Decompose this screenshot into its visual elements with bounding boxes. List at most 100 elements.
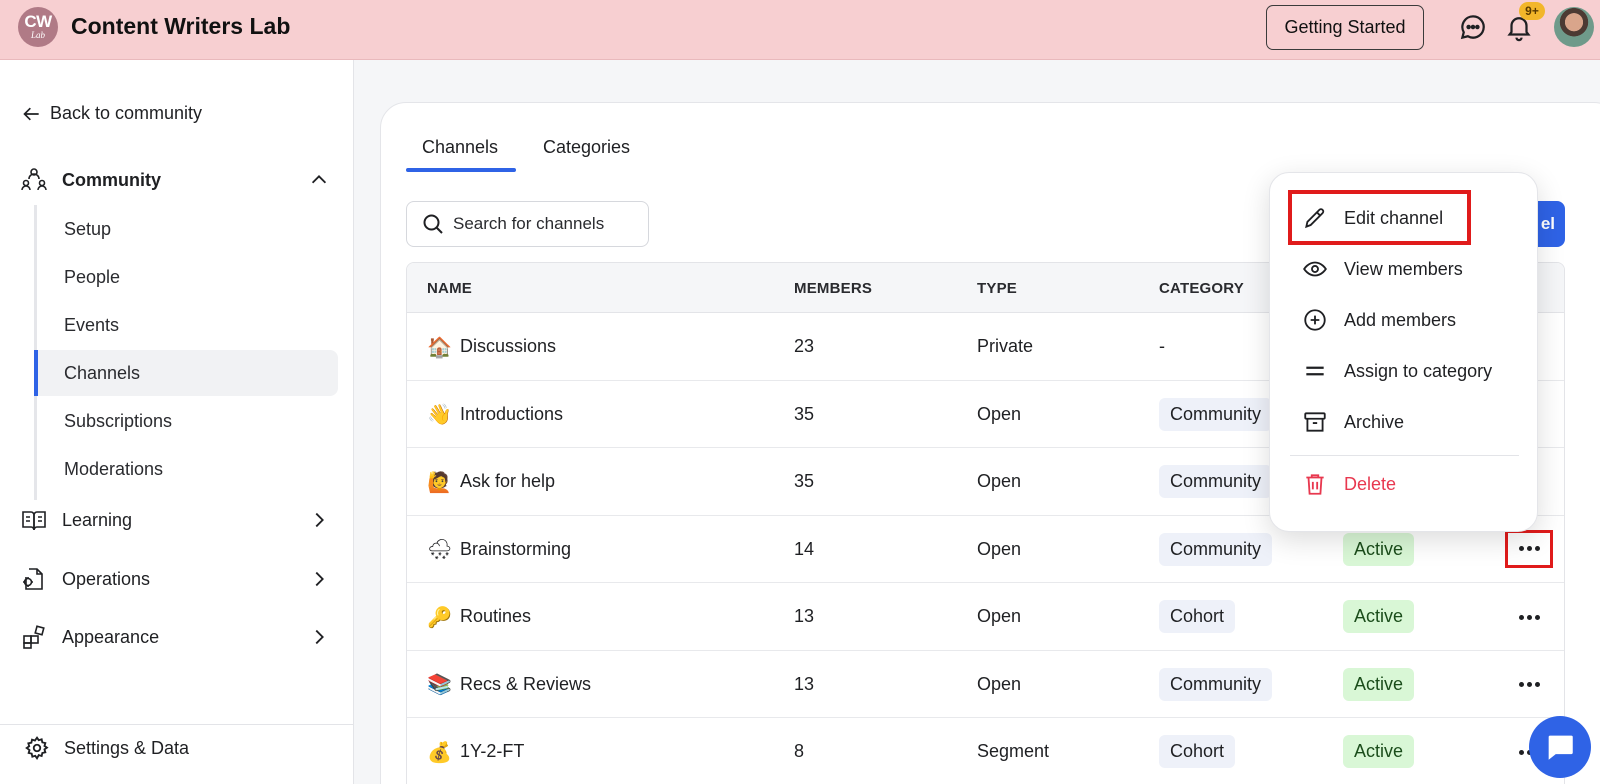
channel-emoji: 🌨 (427, 537, 453, 561)
channel-type: Open (977, 403, 1022, 424)
channel-emoji: 👋 (427, 402, 452, 426)
category-pill: Community (1159, 532, 1273, 566)
channel-type: Private (977, 336, 1034, 356)
menu-item-assign-to-category[interactable]: Assign to category (1302, 356, 1492, 386)
sidebar-item-events[interactable]: Events (34, 302, 338, 348)
row-actions-button[interactable] (1510, 604, 1548, 630)
column-header-members[interactable]: MEMBERS (794, 280, 872, 297)
chat-icon[interactable] (1458, 12, 1488, 42)
sidebar-group-appearance[interactable]: Appearance (20, 623, 330, 651)
member-count: 35 (794, 403, 815, 424)
equals-icon (1306, 366, 1324, 376)
chat-bubble-icon (1548, 735, 1573, 760)
pencil-icon (1305, 208, 1325, 229)
channel-name[interactable]: Discussions (460, 336, 556, 357)
app-title: Content Writers Lab (71, 13, 291, 39)
category-pill: Cohort (1159, 600, 1236, 633)
category-pill: Cohort (1159, 735, 1236, 768)
table-row[interactable]: 💰 1Y-2-FT 8 Segment Cohort Active (407, 718, 1564, 784)
archive-icon (1304, 412, 1326, 432)
chevron-right-icon[interactable] (308, 568, 330, 590)
menu-item-view-members[interactable]: View members (1302, 254, 1463, 284)
menu-divider (1290, 455, 1519, 456)
column-header-type[interactable]: TYPE (977, 280, 1017, 297)
sidebar-group-learning[interactable]: Learning (20, 506, 330, 534)
status-badge: Active (1343, 735, 1415, 768)
getting-started-button[interactable]: Getting Started (1266, 5, 1424, 50)
channel-type: Open (977, 673, 1022, 694)
column-header-category[interactable]: CATEGORY (1159, 280, 1244, 297)
active-tab-indicator (406, 168, 516, 172)
channel-name[interactable]: Ask for help (460, 471, 555, 492)
plus-circle-icon (1304, 309, 1326, 331)
channel-name[interactable]: Recs & Reviews (460, 674, 591, 695)
search-input[interactable] (453, 214, 643, 234)
top-bar: CW Lab Content Writers Lab Getting Start… (0, 0, 1600, 60)
category-pill: Community (1159, 667, 1273, 701)
channel-emoji: 🙋 (427, 469, 452, 494)
support-chat-button[interactable] (1529, 716, 1591, 778)
category-pill: Community (1159, 397, 1273, 431)
community-logo[interactable]: CW Lab (18, 7, 58, 47)
status-badge: Active (1343, 600, 1415, 633)
appearance-icon (23, 625, 45, 649)
channel-category: - (1159, 336, 1165, 356)
arrow-left-icon (23, 107, 39, 120)
back-to-community-link[interactable]: Back to community (22, 103, 202, 124)
channel-type: Open (977, 538, 1022, 559)
member-count: 14 (794, 538, 815, 559)
sidebar-item-subscriptions[interactable]: Subscriptions (34, 398, 338, 444)
sidebar-item-moderations[interactable]: Moderations (34, 446, 338, 492)
menu-item-edit-channel[interactable]: Edit channel (1302, 203, 1443, 233)
category-pill: Community (1159, 465, 1273, 498)
channel-name[interactable]: Routines (460, 606, 531, 627)
avatar[interactable] (1554, 7, 1594, 47)
sidebar-group-operations[interactable]: Operations (20, 565, 330, 593)
chevron-right-icon[interactable] (308, 509, 330, 531)
chevron-right-icon[interactable] (308, 626, 330, 648)
sidebar-group-community[interactable]: Community (20, 166, 330, 194)
chevron-up-icon[interactable] (308, 169, 330, 191)
sidebar-divider (0, 724, 353, 725)
member-count: 13 (794, 673, 815, 694)
member-count: 8 (794, 741, 805, 761)
member-count: 23 (794, 336, 815, 356)
sidebar-item-channels[interactable]: Channels (34, 350, 338, 396)
status-badge: Active (1343, 532, 1415, 566)
trash-icon (1306, 474, 1324, 495)
search-icon (423, 214, 443, 234)
sidebar-item-people[interactable]: People (34, 254, 338, 300)
menu-item-add-members[interactable]: Add members (1302, 305, 1456, 335)
channel-type: Open (977, 471, 1022, 491)
row-actions-button[interactable] (1510, 672, 1548, 698)
tab-channels[interactable]: Channels (422, 137, 498, 158)
operations-icon (23, 568, 43, 590)
channel-emoji: 📚 (427, 672, 452, 696)
channel-emoji: 🏠 (427, 334, 452, 359)
table-row[interactable]: 📚 Recs & Reviews 13 Open Community Active (407, 651, 1564, 718)
sidebar: Back to community Community Setup People… (0, 60, 354, 784)
gear-icon (25, 736, 49, 761)
menu-item-delete[interactable]: Delete (1302, 469, 1396, 499)
channel-type: Open (977, 606, 1022, 626)
column-header-name[interactable]: NAME (427, 280, 472, 297)
channel-name[interactable]: 1Y-2-FT (460, 741, 524, 762)
menu-item-archive[interactable]: Archive (1302, 407, 1404, 437)
eye-icon (1303, 261, 1327, 277)
channel-search[interactable] (406, 201, 649, 247)
book-icon (22, 511, 46, 531)
table-row[interactable]: 🔑 Routines 13 Open Cohort Active (407, 583, 1564, 651)
settings-and-data-link[interactable]: Settings & Data (24, 735, 189, 761)
sidebar-item-setup[interactable]: Setup (34, 206, 338, 252)
channel-type: Segment (977, 741, 1050, 761)
channel-emoji: 🔑 (427, 604, 452, 629)
channel-emoji: 💰 (427, 739, 452, 764)
row-actions-button[interactable] (1505, 529, 1553, 568)
community-icon (21, 168, 47, 191)
channel-name[interactable]: Introductions (460, 404, 563, 425)
channel-name[interactable]: Brainstorming (460, 539, 571, 560)
status-badge: Active (1343, 667, 1415, 701)
tab-categories[interactable]: Categories (543, 137, 630, 158)
member-count: 35 (794, 471, 815, 491)
notification-badge: 9+ (1519, 2, 1545, 20)
